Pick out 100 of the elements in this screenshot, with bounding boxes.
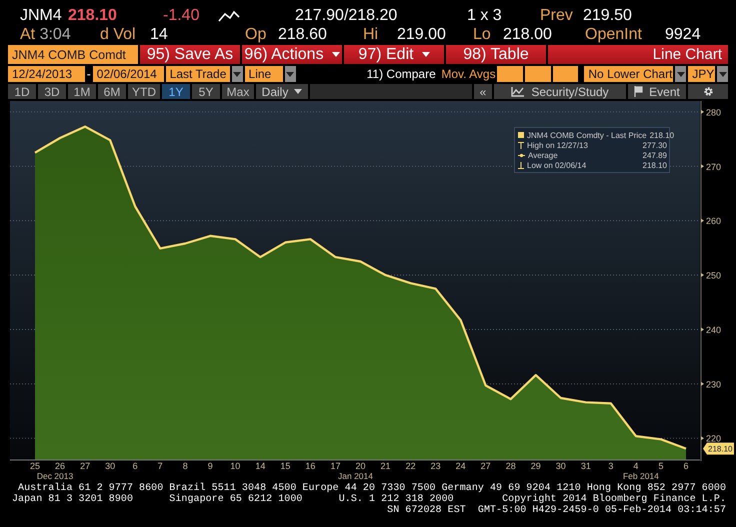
security-field[interactable]: JNM4 COMB Comdt (8, 45, 138, 64)
low-marker-icon (518, 162, 524, 168)
period-tab[interactable]: 6M (98, 84, 126, 99)
moving-average-input[interactable] (497, 66, 524, 82)
dropdown-button[interactable]: 96) Actions (242, 45, 342, 64)
month-label: Feb 2014 (622, 471, 659, 481)
dropdown-arrow-button[interactable] (717, 66, 728, 82)
toolbar-button[interactable]: 98) Table (446, 45, 546, 64)
y-axis-label: 250 (706, 270, 722, 281)
security-study-button[interactable]: Security/Study (494, 84, 626, 99)
x-axis-label: 6 (684, 461, 688, 471)
contact-info-line: Australia 61 2 9777 8600 Brazil 5511 3048 4500 Europe 44 20 7330 7500 Germany 49 69 9204 1210 Hong Kong 852 2977 6000 (18, 483, 726, 494)
stat-label: Op (245, 26, 266, 42)
legend-value: 247.89 (642, 150, 667, 160)
moving-average-input[interactable] (525, 66, 551, 82)
period-tab[interactable]: Max (222, 84, 254, 99)
x-axis-label: 21 (380, 461, 391, 471)
series-swatch-icon (518, 132, 524, 138)
end-date-field[interactable]: 02/06/2014 (92, 66, 164, 82)
chart-type-title: Line Chart (652, 46, 722, 63)
line-chart-icon (511, 86, 526, 97)
frequency-dropdown[interactable]: Daily (256, 84, 308, 99)
y-axis-label: 280 (706, 107, 722, 118)
moving-average-input[interactable] (552, 66, 578, 82)
date-separator: - (86, 66, 91, 82)
stat-label: Lo (473, 26, 491, 42)
x-axis-label: 27 (80, 461, 90, 471)
legend-value: 218.10 (642, 160, 667, 170)
x-axis-label: 26 (55, 461, 66, 471)
period-tab[interactable]: 1M (68, 84, 96, 99)
legend-value: 277.30 (642, 140, 667, 150)
toolbar-button[interactable]: 95) Save As (140, 45, 240, 64)
stat-value: 218.60 (278, 26, 327, 42)
y-axis-label: 240 (706, 324, 722, 335)
trend-line-icon (218, 10, 240, 22)
start-date-field[interactable]: 12/24/2013 (8, 66, 85, 82)
ticker-symbol: JNM4 (20, 6, 62, 24)
x-axis-label: 15 (280, 461, 290, 471)
legend-label: Low on 02/06/14 (527, 160, 588, 170)
currency-dropdown[interactable]: JPY (688, 66, 716, 82)
price-change: -1.40 (163, 6, 200, 24)
caret-icon (294, 89, 302, 94)
volume-label: d Vol (100, 26, 136, 42)
high-marker-icon (518, 142, 524, 148)
event-button[interactable]: Event (628, 84, 686, 99)
y-axis-label: 230 (706, 379, 722, 390)
legend-label: Average (528, 150, 559, 160)
x-axis-label: 3 (608, 461, 614, 471)
stat-label: OpenInt (585, 26, 642, 42)
x-axis-label: 7 (158, 461, 163, 471)
x-axis-label: 4 (633, 461, 638, 471)
bid-ask-price: 217.90/218.20 (295, 6, 398, 24)
contact-info-line: SN 672028 EST GMT-5:00 H429-2459-0 05-Feb-2014 03:14:57 (387, 505, 726, 516)
x-axis-label: 6 (132, 461, 138, 471)
prev-label: Prev (540, 6, 573, 24)
dropdown-arrow-button[interactable] (675, 66, 686, 82)
lower-chart-dropdown[interactable]: No Lower Chart (584, 66, 674, 82)
period-tab[interactable]: 5Y (192, 84, 220, 99)
volume-value: 14 (150, 26, 168, 42)
x-axis-label: 14 (255, 461, 266, 471)
legend-label: JNM4 COMB Comdty - Last Price (527, 130, 647, 140)
compare-link[interactable]: 11) Compare (366, 66, 440, 82)
stat-value: 218.00 (503, 26, 552, 42)
last-price: 218.10 (68, 6, 117, 24)
x-axis-label: 8 (182, 461, 188, 471)
period-tab[interactable]: 3D (38, 84, 66, 99)
x-axis-label: 10 (230, 461, 240, 471)
x-axis-label: 30 (105, 461, 116, 471)
x-axis-label: 28 (506, 461, 516, 471)
price-tag: 218.10 (703, 442, 734, 455)
dropdown-button[interactable]: 97) Edit (344, 45, 444, 64)
period-tab[interactable]: 1D (8, 84, 36, 99)
y-axis-label: 260 (706, 216, 722, 226)
x-axis-label: 30 (556, 461, 566, 471)
dropdown-arrow-button[interactable] (232, 66, 243, 82)
x-axis-label: 17 (330, 461, 340, 471)
y-axis-label: 270 (706, 162, 722, 172)
x-axis-label: 27 (480, 461, 491, 471)
chart-style-dropdown[interactable]: Line (244, 66, 283, 82)
x-axis-label: 24 (456, 461, 466, 471)
period-tab[interactable]: YTD (128, 84, 160, 99)
moving-averages-label: Mov. Avgs (441, 66, 496, 82)
caret-icon (422, 52, 430, 57)
period-tab[interactable]: 1Y (162, 84, 190, 99)
x-axis-label: 23 (430, 461, 441, 471)
x-axis-label: 25 (30, 461, 40, 471)
settings-icon (702, 86, 714, 97)
legend-value: 218.10 (650, 130, 674, 140)
x-axis-label: 9 (208, 461, 213, 471)
y-axis-label: 220 (706, 434, 722, 444)
flag-icon (634, 86, 644, 97)
price-field-dropdown[interactable]: Last Trade (166, 66, 230, 82)
dropdown-arrow-button[interactable] (284, 66, 296, 82)
month-label: Dec 2013 (36, 471, 74, 481)
legend-label: High on 12/27/13 (527, 140, 589, 150)
x-axis-label: 20 (356, 461, 366, 471)
settings-button[interactable] (688, 84, 728, 99)
collapse-button[interactable]: « (474, 84, 492, 99)
prev-price: 219.50 (583, 6, 632, 24)
time-label: At (20, 26, 36, 42)
